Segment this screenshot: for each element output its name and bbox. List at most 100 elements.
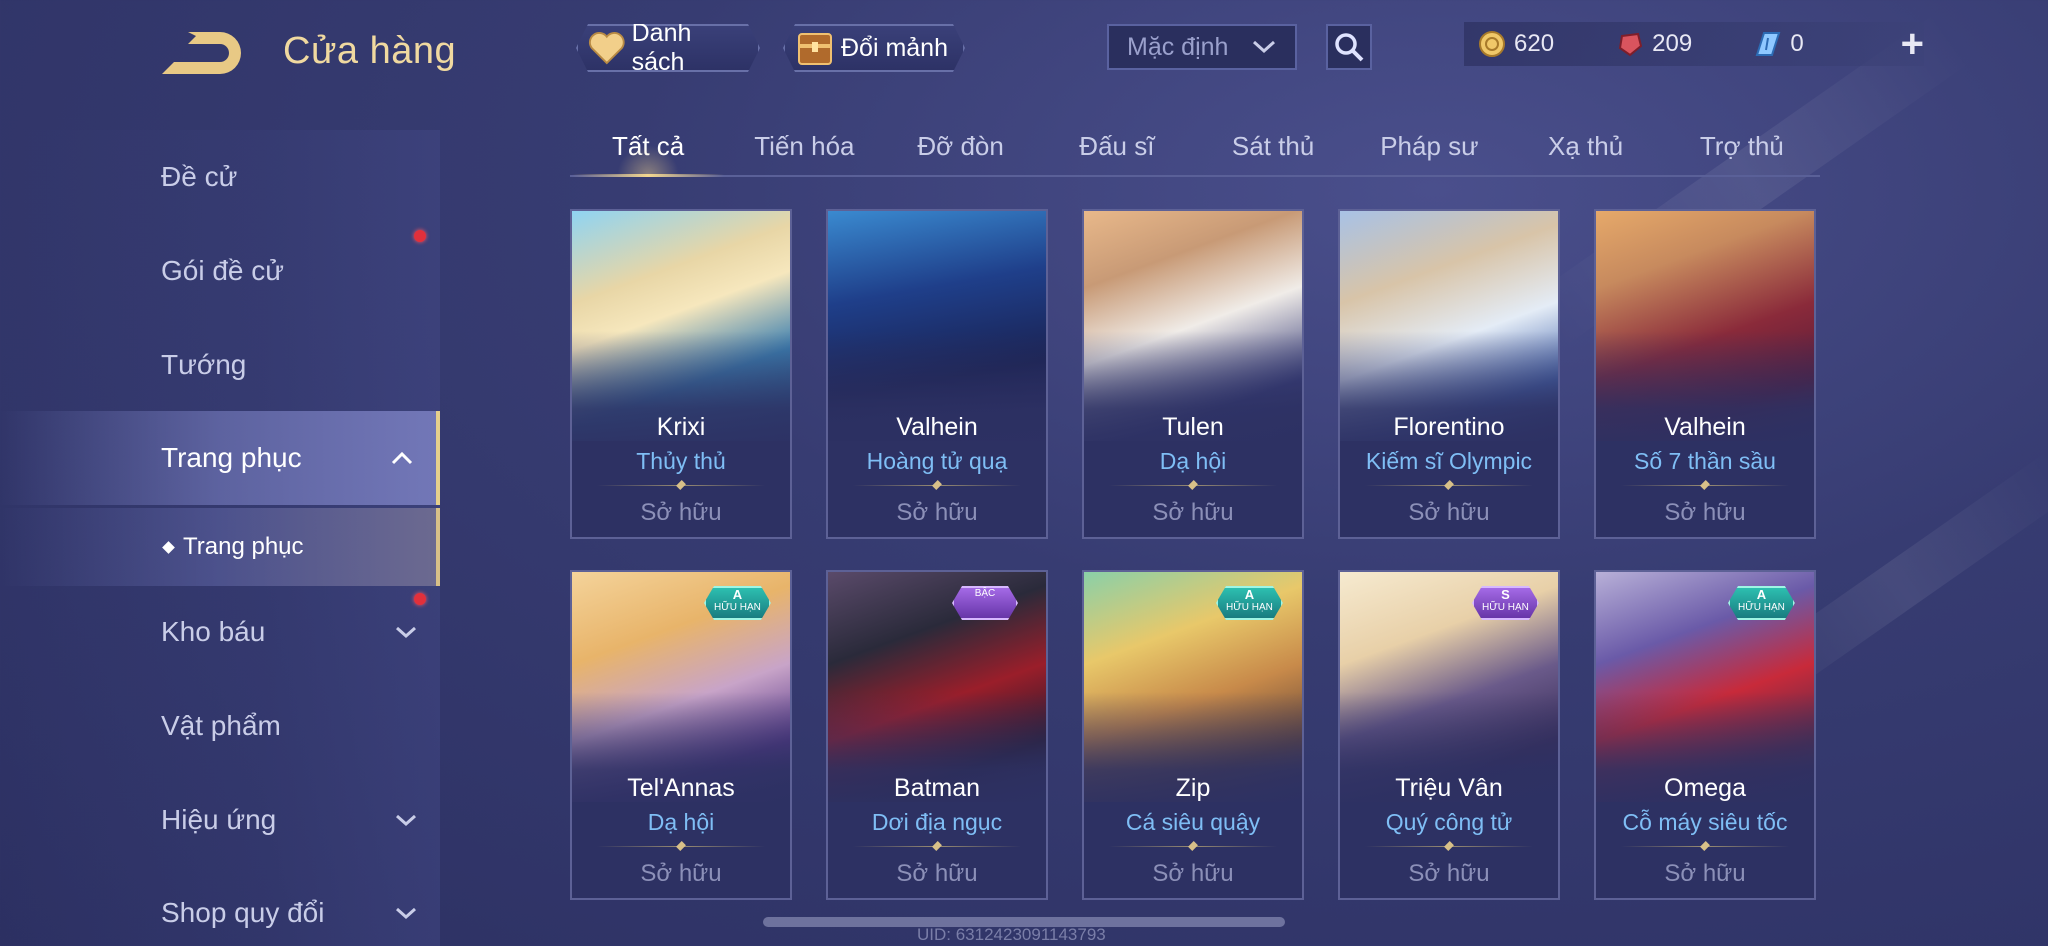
sidebar-item-label: Đề cử [161,161,238,192]
skin-card[interactable]: BẬC Batman Dơi địa ngục Sở hữu [826,570,1048,900]
skin-card[interactable]: Florentino Kiếm sĩ Olympic Sở hữu [1338,209,1560,539]
skin-name: Thủy thủ [636,448,726,474]
sidebar-item-label: Gói đề cử [161,255,285,286]
chevron-down-icon [396,814,416,827]
skin-card[interactable]: A HỮU HẠN Omega Cỗ máy siêu tốc Sở hữu [1594,570,1816,900]
hero-name: Triệu Vân [1395,774,1503,802]
tier-badge: BẬC [952,586,1018,620]
sidebar: Đề cử Gói đề cử Tướng Trang phục Trang p… [0,130,440,946]
skin-card[interactable]: A HỮU HẠN Tel'Annas Dạ hội Sở hữu [570,570,792,900]
badge-grade: A [1244,587,1255,602]
ownership-status: Sở hữu [896,860,978,887]
exchange-fragments-button[interactable]: Đổi mảnh [783,24,965,72]
divider [1621,846,1789,847]
skin-name: Quý công tử [1385,809,1513,835]
badge-text: BẬC [974,588,996,599]
badge-text: HỮU HẠN [1738,602,1785,614]
search-button[interactable] [1326,24,1372,70]
skin-name: Số 7 thần sầu [1634,448,1776,474]
skin-card[interactable]: Krixi Thủy thủ Sở hữu [570,209,792,539]
diamond-bullet-icon [162,540,175,554]
skin-card[interactable]: Tulen Dạ hội Sở hữu [1082,209,1304,539]
hero-name: Krixi [656,413,706,441]
back-button[interactable] [158,28,248,78]
divider [597,485,765,486]
chevron-down-icon [396,626,416,639]
sidebar-item-effects[interactable]: Hiệu ứng [0,773,440,867]
chevron-up-icon [391,451,413,465]
top-bar: Cửa hàng Danh sách Đổi mảnh Mặc định 620… [0,0,2048,110]
favorites-list-button[interactable]: Danh sách [576,24,760,72]
gold-coin-icon [1479,31,1505,57]
back-arrow-icon [162,32,241,74]
divider [1109,846,1277,847]
divider [1365,846,1533,847]
skin-name: Dơi địa ngục [871,809,1003,835]
tab-tank[interactable]: Đỡ đòn [883,125,1039,175]
skin-card[interactable]: Valhein Hoàng tử quạ Sở hữu [826,209,1048,539]
tab-support[interactable]: Trợ thủ [1664,125,1820,175]
limited-edition-badge: A HỮU HẠN [1216,586,1283,620]
sidebar-item-label: Vật phẩm [161,710,281,741]
limited-edition-badge: A HỮU HẠN [704,586,771,620]
hero-name: Valhein [896,413,978,441]
heart-icon [588,30,626,66]
chevron-down-icon [396,907,416,920]
ownership-status: Sở hữu [1408,499,1490,526]
add-currency-button[interactable]: + [1901,24,1924,64]
exchange-fragments-label: Đổi mảnh [841,33,948,62]
hero-name: Zip [1175,774,1211,802]
skin-name: Cỗ máy siêu tốc [1622,809,1788,835]
role-filter-tabs: Tất cả Tiến hóa Đỡ đòn Đấu sĩ Sát thủ Ph… [570,125,1820,177]
sidebar-item-items[interactable]: Vật phẩm [0,679,440,773]
ownership-status: Sở hữu [640,499,722,526]
ticket-currency: 0 [1754,30,1872,58]
tab-assassin[interactable]: Sát thủ [1195,125,1351,175]
ownership-status: Sở hữu [1408,860,1490,887]
ticket-amount: 0 [1790,30,1804,57]
voucher-amount: 209 [1652,30,1693,57]
gold-currency: 620 [1478,30,1604,58]
divider [853,846,1021,847]
sidebar-item-recommended[interactable]: Đề cử [0,130,440,224]
gold-amount: 620 [1514,30,1555,57]
sort-dropdown[interactable]: Mặc định [1107,24,1297,70]
badge-text: HỮU HẠN [1226,602,1273,614]
sidebar-item-exchange-shop[interactable]: Shop quy đổi [0,866,440,946]
limited-edition-badge: A HỮU HẠN [1728,586,1795,620]
sidebar-item-treasure[interactable]: Kho báu [0,585,440,679]
badge-text: HỮU HẠN [1482,602,1529,614]
skin-name: Dạ hội [1159,448,1227,474]
skin-card[interactable]: Valhein Số 7 thần sầu Sở hữu [1594,209,1816,539]
sidebar-item-bundles[interactable]: Gói đề cử [0,224,440,318]
tab-mage[interactable]: Pháp sư [1351,125,1507,175]
sidebar-item-skins[interactable]: Trang phục [0,411,440,505]
sidebar-item-label: Trang phục [161,442,302,473]
currency-bar: 620 209 0 + [1464,22,1924,66]
tab-marksman[interactable]: Xạ thủ [1508,125,1664,175]
hero-name: Tulen [1162,413,1224,441]
badge-grade: A [732,587,743,602]
skin-card[interactable]: S HỮU HẠN Triệu Vân Quý công tử Sở hữu [1338,570,1560,900]
badge-text: HỮU HẠN [714,602,761,614]
sidebar-subitem-label: Trang phục [183,533,304,560]
sidebar-item-label: Kho báu [161,616,266,647]
voucher-currency: 209 [1616,30,1742,58]
user-id: UID: 6312423091143793 [917,925,1106,944]
sidebar-item-label: Shop quy đổi [161,897,325,928]
tab-all[interactable]: Tất cả [570,125,726,177]
skin-card[interactable]: A HỮU HẠN Zip Cá siêu quậy Sở hữu [1082,570,1304,900]
skin-name: Kiếm sĩ Olympic [1365,448,1533,474]
divider [853,485,1021,486]
tab-fighter[interactable]: Đấu sĩ [1039,125,1195,175]
notification-dot [414,593,426,605]
divider [1365,485,1533,486]
sidebar-subitem-skins[interactable]: Trang phục [0,508,440,586]
divider [1109,485,1277,486]
red-gem-icon [1619,32,1643,57]
page-title: Cửa hàng [283,30,457,72]
tab-evolution[interactable]: Tiến hóa [726,125,882,175]
skin-name: Cá siêu quậy [1125,809,1261,835]
divider [597,846,765,847]
sidebar-item-heroes[interactable]: Tướng [0,318,440,412]
